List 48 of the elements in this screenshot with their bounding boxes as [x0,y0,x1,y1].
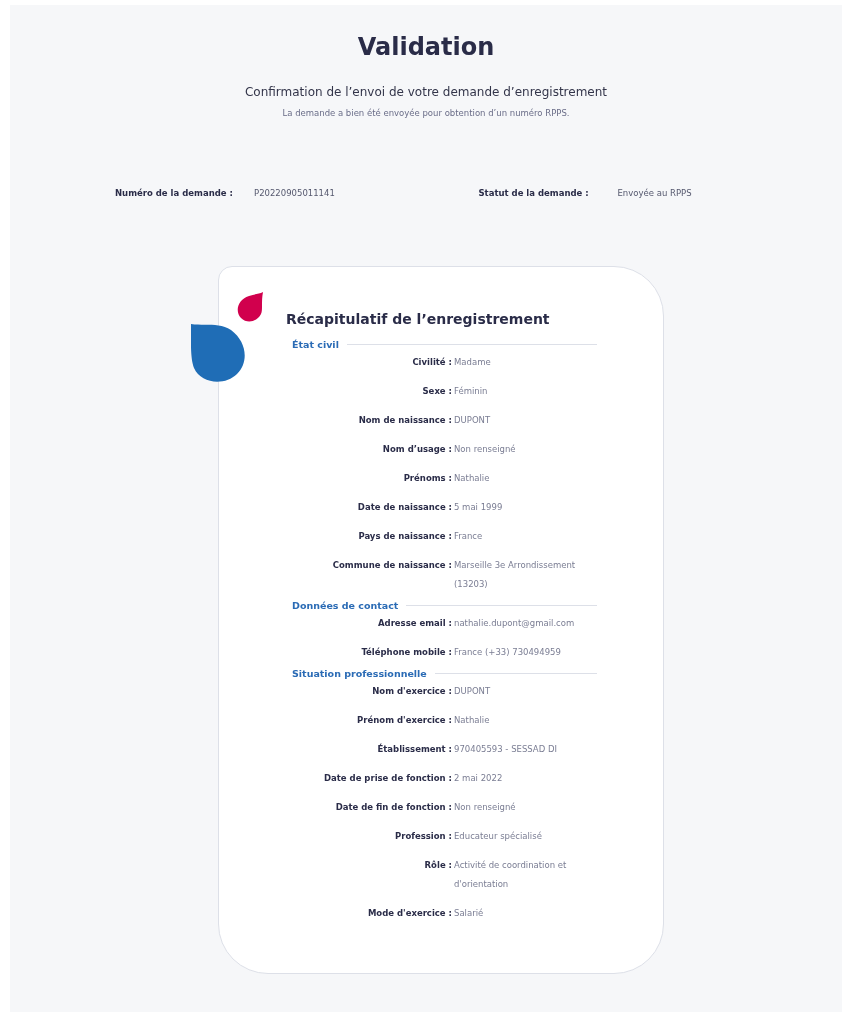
field-value: 970405593 - SESSAD DI [454,743,558,756]
field-label: Téléphone mobile : [360,646,453,659]
field-label: Mode d'exercice : [366,907,453,920]
field-value: P20220905011141 [254,188,335,198]
field-label: Prénoms : [402,472,453,485]
field-value: Madame [454,356,492,369]
field-value: France [454,530,484,543]
field-value: Nathalie [454,714,491,727]
field-label: Pays de naissance : [357,530,453,543]
field-value: Activité de coordination et d'orientation [454,859,568,891]
summary-title: Récapitulatif de l’enregistrement [286,311,551,327]
field-value: DUPONT [454,685,492,698]
field-value: Non renseigné [454,801,517,814]
field-label: Date de fin de fonction : [334,801,453,814]
field-value: DUPONT [454,414,492,427]
field-value: nathalie.dupont@gmail.com [454,617,576,630]
page-description: La demande a bien été envoyée pour obtention d’un numéro RPPS. [282,108,570,118]
field-value: Marseille 3e Arrondissement (13203) [454,559,577,591]
field-label: Nom d’usage : [381,443,453,456]
section-title: Données de contact [292,600,399,611]
field-label: Profession : [394,830,453,843]
field-value: 2 mai 2022 [454,772,504,785]
field-label: Statut de la demande : [478,188,590,198]
field-label: Nom d'exercice : [371,685,453,698]
field-label: Rôle : [423,859,453,872]
field-value: Féminin [454,385,489,398]
field-label: Adresse email : [377,617,453,630]
field-label: Établissement : [376,743,453,756]
field-label: Date de prise de fonction : [322,772,453,785]
field-value: Nathalie [454,472,491,485]
field-value: Envoyée au RPPS [617,188,692,198]
field-label: Nom de naissance : [357,414,453,427]
field-value: France (+33) 730494959 [454,646,562,659]
section-title: Situation professionnelle [292,668,427,679]
field-value: Educateur spécialisé [454,830,543,843]
field-label: Commune de naissance : [331,559,453,572]
field-label: Sexe : [421,385,453,398]
field-value: 5 mai 1999 [454,501,504,514]
field-label: Date de naissance : [356,501,453,514]
logo-drops-icon [191,292,263,382]
field-label: Numéro de la demande : [115,188,234,198]
field-value: Salarié [454,907,485,920]
section-title: État civil [292,339,339,350]
field-value: Non renseigné [454,443,517,456]
field-label: Prénom d'exercice : [356,714,453,727]
page-title: Validation [357,33,495,61]
page-subtitle: Confirmation de l’envoi de votre demande d’enregistrement [244,85,608,99]
field-label: Civilité : [411,356,453,369]
